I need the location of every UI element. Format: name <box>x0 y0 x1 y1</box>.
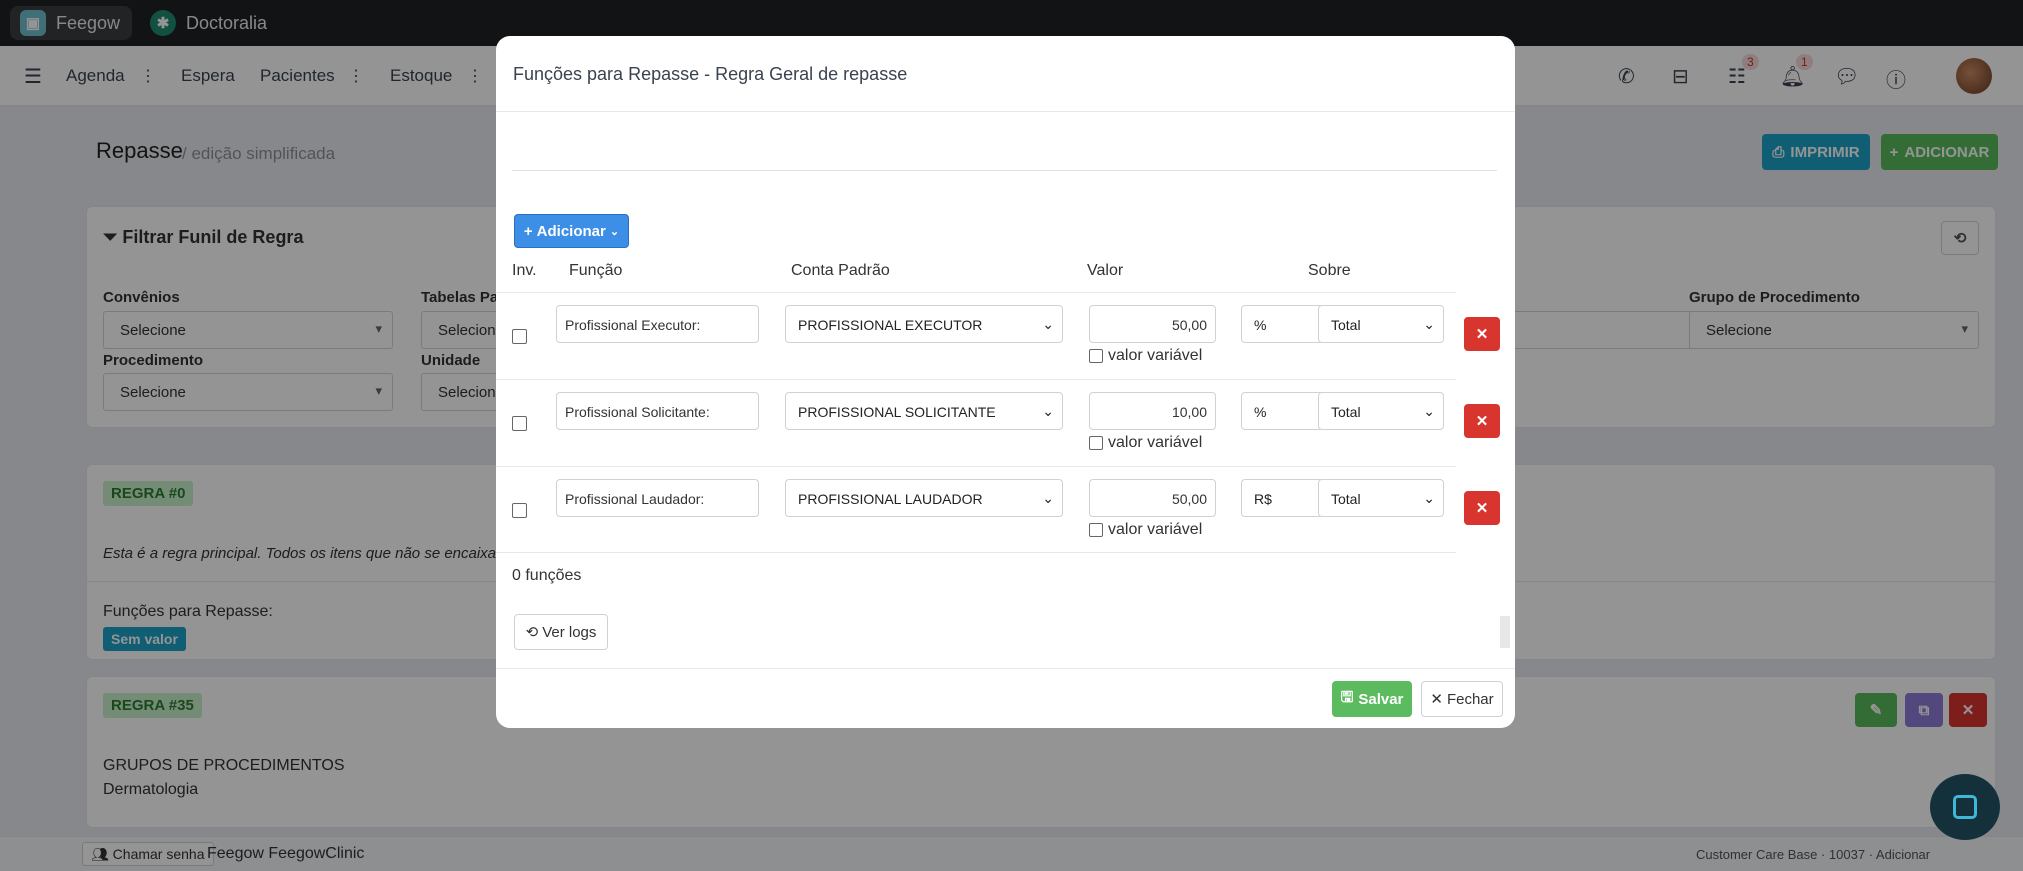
divider <box>496 111 1515 112</box>
view-logs-button[interactable]: ⟲ Ver logs <box>514 614 608 650</box>
valor-variavel-checkbox[interactable]: valor variável <box>1089 347 1202 365</box>
tipo-select[interactable]: % <box>1241 392 1323 430</box>
save-button[interactable]: 🖫︎ Salvar <box>1332 681 1412 717</box>
chevron-down-icon: ⌄ <box>1423 403 1435 419</box>
chevron-down-icon: ⌄ <box>1042 403 1054 419</box>
close-icon: ✕ <box>1475 500 1489 517</box>
chevron-down-icon: ⌄ <box>1042 490 1054 506</box>
inv-checkbox[interactable] <box>512 416 527 431</box>
divider <box>512 170 1497 171</box>
conta-select[interactable]: PROFISSIONAL LAUDADOR ⌄ <box>785 479 1063 517</box>
remove-row-button[interactable]: ✕ <box>1464 404 1500 438</box>
save-icon: 🖫︎ <box>1340 688 1354 706</box>
valor-variavel-checkbox[interactable]: valor variável <box>1089 434 1202 452</box>
close-icon: ✕ <box>1475 413 1489 430</box>
remove-row-button[interactable]: ✕ <box>1464 491 1500 525</box>
chevron-down-icon: ⌄ <box>1042 316 1054 332</box>
tipo-select[interactable]: R$ <box>1241 479 1323 517</box>
conta-select[interactable]: PROFISSIONAL SOLICITANTE ⌄ <box>785 392 1063 430</box>
scrollbar[interactable] <box>1500 616 1510 648</box>
header-valor: Valor <box>1087 262 1124 279</box>
header-sobre: Sobre <box>1308 262 1351 279</box>
modal-title: Funções para Repasse - Regra Geral de re… <box>513 64 908 84</box>
funcao-input[interactable]: Profissional Solicitante: <box>556 392 759 430</box>
add-function-button[interactable]: + Adicionar ⌄ <box>514 214 629 248</box>
sobre-select[interactable]: Total ⌄ <box>1318 305 1444 343</box>
funcao-input[interactable]: Profissional Executor: <box>556 305 759 343</box>
support-chat-button[interactable] <box>1930 774 2000 840</box>
chevron-down-icon: ⌄ <box>609 225 620 238</box>
valor-variavel-checkbox[interactable]: valor variável <box>1089 521 1202 539</box>
functions-count: 0 funções <box>512 567 582 584</box>
valor-input[interactable]: 50,00 <box>1089 305 1216 343</box>
table-row: Profissional Laudador: PROFISSIONAL LAUD… <box>496 466 1500 553</box>
close-icon: ✕ <box>1475 326 1489 343</box>
table-row: Profissional Executor: PROFISSIONAL EXEC… <box>496 292 1500 379</box>
table-row: Profissional Solicitante: PROFISSIONAL S… <box>496 379 1500 466</box>
inv-checkbox[interactable] <box>512 503 527 518</box>
valor-input[interactable]: 10,00 <box>1089 392 1216 430</box>
tipo-select[interactable]: % <box>1241 305 1323 343</box>
plus-icon: + <box>523 222 533 240</box>
header-conta: Conta Padrão <box>791 262 890 279</box>
conta-select[interactable]: PROFISSIONAL EXECUTOR ⌄ <box>785 305 1063 343</box>
header-inv: Inv. <box>512 262 537 279</box>
header-funcao: Função <box>569 262 623 279</box>
sobre-select[interactable]: Total ⌄ <box>1318 392 1444 430</box>
funcao-input[interactable]: Profissional Laudador: <box>556 479 759 517</box>
close-button[interactable]: ✕ Fechar <box>1421 681 1503 717</box>
chevron-down-icon: ⌄ <box>1423 490 1435 506</box>
close-icon: ✕ <box>1430 691 1443 708</box>
sobre-select[interactable]: Total ⌄ <box>1318 479 1444 517</box>
remove-row-button[interactable]: ✕ <box>1464 317 1500 351</box>
history-icon: ⟲ <box>525 624 539 641</box>
chat-widget-icon <box>1953 795 1977 819</box>
inv-checkbox[interactable] <box>512 329 527 344</box>
valor-input[interactable]: 50,00 <box>1089 479 1216 517</box>
chevron-down-icon: ⌄ <box>1423 316 1435 332</box>
funcoes-repasse-modal: Funções para Repasse - Regra Geral de re… <box>496 36 1515 728</box>
